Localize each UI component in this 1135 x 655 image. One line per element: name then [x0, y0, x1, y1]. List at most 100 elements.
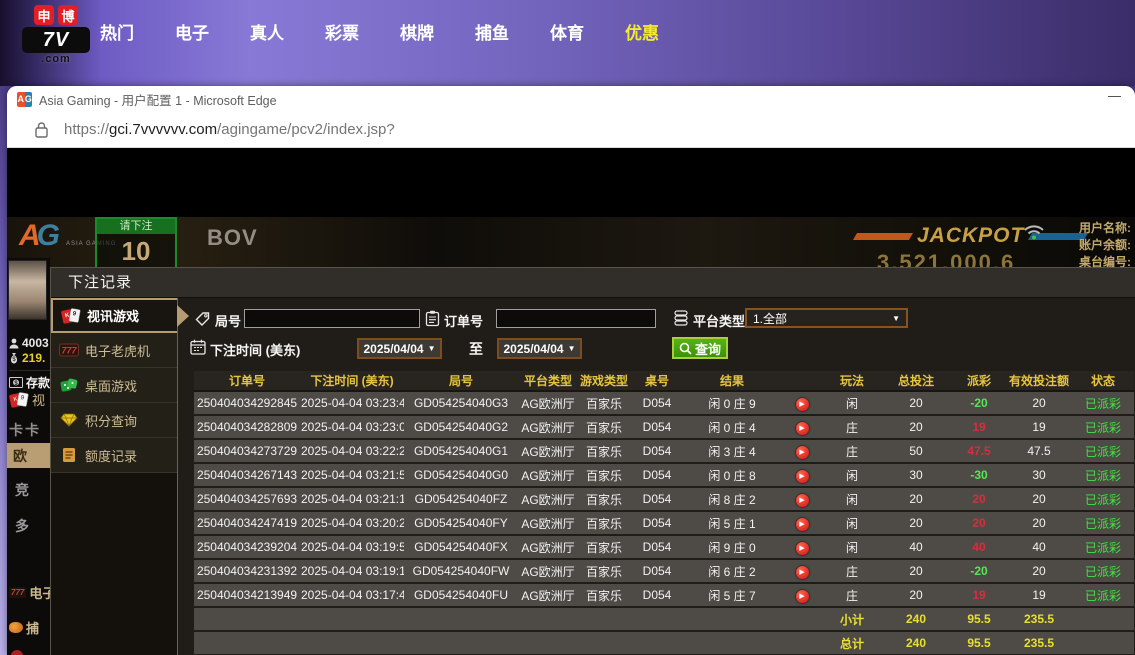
nav-item-7[interactable]: 优惠 [625, 19, 659, 44]
nav-item-5[interactable]: 捕鱼 [475, 19, 509, 44]
play-video-icon[interactable]: ▶ [795, 518, 809, 531]
table-row: 250404034231392 2025-04-04 03:19:13 GD0542… [194, 559, 1134, 584]
url-text[interactable]: https://gci.7vvvvvv.com/agingame/pcv2/in… [64, 121, 395, 138]
bet-prompt: 请下注 [97, 219, 175, 234]
url-path: /agingame/pcv2/index.jsp? [217, 121, 395, 138]
column-header: 派彩 [952, 371, 1006, 392]
cell: AG欧洲厅 [518, 415, 578, 440]
jackpot-label: JACKPOT [917, 224, 1025, 247]
play-video-icon[interactable]: ▶ [795, 422, 809, 435]
cell: -30 [952, 463, 1006, 488]
nav-item-4[interactable]: 棋牌 [400, 19, 434, 44]
date-to-arrow-icon: ▼ [567, 344, 576, 353]
table-row: 250404034257693 2025-04-04 03:21:14 GD0542… [194, 487, 1134, 512]
play-video-icon[interactable]: ▶ [795, 590, 809, 603]
date-to-picker[interactable]: 2025/04/04 ▼ [497, 338, 582, 359]
sidebar-item-0[interactable]: K 9 视讯游戏 [51, 298, 189, 333]
platform-select-value: 1.全部 [753, 311, 788, 326]
cell: 2025-04-04 03:21:54 [300, 463, 404, 488]
bg-jing-item[interactable]: 竞 [9, 480, 29, 500]
cell: 20 [880, 415, 952, 440]
summary-cell: 95.5 [952, 631, 1006, 655]
search-button[interactable]: 查询 [672, 337, 729, 359]
column-header: 有效投注额 [1006, 371, 1072, 392]
tag-icon [195, 312, 210, 326]
site-logo[interactable]: 申 博 7V .com [22, 5, 90, 65]
cell: 20 [880, 391, 952, 416]
play-video-icon[interactable]: ▶ [795, 494, 809, 507]
cell: 已派彩 [1072, 487, 1134, 512]
summary-cell [684, 631, 780, 655]
cell: 百家乐 [578, 559, 630, 584]
play-video-icon[interactable]: ▶ [795, 446, 809, 459]
cell: 庄 [824, 439, 880, 464]
search-icon [679, 342, 692, 355]
cell: AG欧洲厅 [518, 439, 578, 464]
cell: 2025-04-04 03:17:48 [300, 583, 404, 608]
cell: 2025-04-04 03:19:13 [300, 559, 404, 584]
cell: D054 [630, 559, 684, 584]
favicon-a: A [17, 91, 25, 107]
nav-item-0[interactable]: 热门 [100, 19, 134, 44]
cell: 百家乐 [578, 511, 630, 536]
play-video-icon[interactable]: ▶ [795, 566, 809, 579]
cell: 19 [1006, 415, 1072, 440]
cell: 已派彩 [1072, 559, 1134, 584]
summary-cell [630, 607, 684, 632]
play-video-icon[interactable]: ▶ [795, 542, 809, 555]
balance-row: $ 219. [9, 351, 45, 365]
bg-europe-item-selected[interactable]: 欧 [7, 443, 50, 468]
jackpot-stripe-left [852, 232, 914, 240]
bg-video-games-item[interactable]: K9 视 [9, 390, 45, 409]
cell: 2025-04-04 03:23:47 [300, 391, 404, 416]
bg-duo-item[interactable]: 多 [9, 516, 29, 536]
bov-sign: BOV [207, 225, 258, 250]
sidebar-item-3[interactable]: 积分查询 [51, 403, 177, 438]
browser-titlebar: AG Asia Gaming - 用户配置 1 - Microsoft Edge… [7, 86, 1135, 112]
summary-cell [780, 607, 824, 632]
play-cell: ▶ [780, 583, 824, 608]
page-content: A G ASIA GAMING 请下注 10 BOV JACKPOT 3,521… [7, 148, 1135, 655]
address-bar[interactable]: https://gci.7vvvvvv.com/agingame/pcv2/in… [7, 112, 1135, 148]
cell: 47.5 [1006, 439, 1072, 464]
url-domain: gci.7vvvvvv.com [109, 121, 218, 138]
sidebar-item-1[interactable]: 777 电子老虎机 [51, 333, 177, 368]
round-input[interactable] [244, 309, 420, 328]
nav-item-1[interactable]: 电子 [175, 19, 209, 44]
sidebar-item-4[interactable]: 额度记录 [51, 438, 177, 473]
sidebar-item-2[interactable]: 桌面游戏 [51, 368, 177, 403]
user-name-label: 用户名称: [1079, 221, 1131, 235]
moneybag-icon: $ [10, 353, 18, 364]
cell: 250404034257693 [194, 487, 300, 512]
cell: 250404034213949 [194, 583, 300, 608]
table-row: 250404034247419 2025-04-04 03:20:28 GD0542… [194, 511, 1134, 536]
window-title: Asia Gaming - 用户配置 1 - Microsoft Edge [39, 93, 277, 108]
deposit-button[interactable]: $ 存款 [9, 370, 50, 391]
cell: 闲 5 庄 1 [684, 511, 780, 536]
nav-item-3[interactable]: 彩票 [325, 19, 359, 44]
account-balance-label: 账户余额: [1079, 238, 1131, 252]
summary-cell [194, 607, 300, 632]
platform-filter-label: 平台类型 [693, 314, 746, 329]
column-header: 局号 [404, 371, 518, 392]
column-header [780, 371, 824, 392]
nav-item-6[interactable]: 体育 [550, 19, 584, 44]
round-filter-label: 局号 [215, 314, 242, 329]
platform-select[interactable]: 1.全部 ▼ [745, 308, 908, 328]
bg-slots-item[interactable]: 777 电子 [9, 583, 50, 602]
bg-kaka-item[interactable]: 卡卡 [9, 420, 41, 440]
browser-window: AG Asia Gaming - 用户配置 1 - Microsoft Edge… [7, 86, 1135, 655]
user-info-labels: 用户名称: 账户余额: 桌台编号: [1079, 220, 1131, 271]
play-video-icon[interactable]: ▶ [795, 470, 809, 483]
date-from-value: 2025/04/04 [363, 341, 424, 356]
play-video-icon[interactable]: ▶ [795, 398, 809, 411]
jackpot-banner: JACKPOT [852, 224, 1089, 248]
date-from-picker[interactable]: 2025/04/04 ▼ [357, 338, 442, 359]
cell: 250404034231392 [194, 559, 300, 584]
bg-fishing-item[interactable]: 捕 [9, 618, 39, 637]
nav-item-2[interactable]: 真人 [250, 19, 284, 44]
avatar[interactable] [8, 260, 47, 320]
column-header: 桌号 [630, 371, 684, 392]
order-input[interactable] [496, 309, 656, 328]
minimize-button[interactable]: — [1108, 88, 1121, 103]
